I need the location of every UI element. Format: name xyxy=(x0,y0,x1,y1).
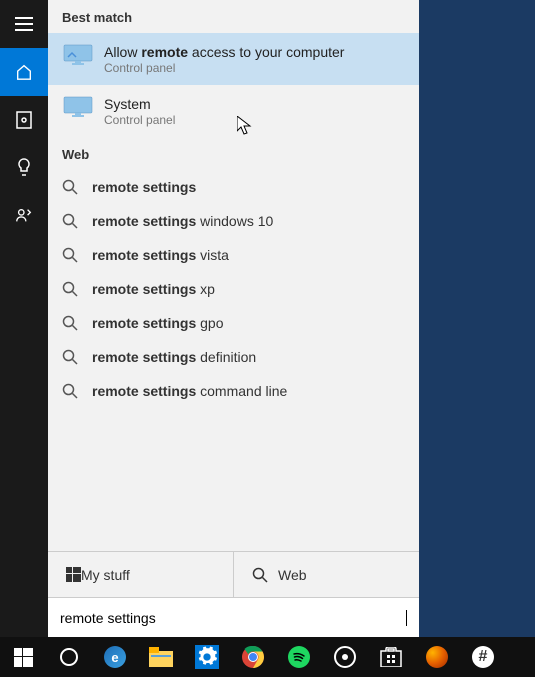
search-icon xyxy=(62,213,78,229)
store-icon xyxy=(380,647,402,667)
taskbar-settings[interactable] xyxy=(184,637,230,677)
web-suggestions-list: remote settings remote settings windows … xyxy=(48,170,419,408)
cortana-icon xyxy=(60,648,78,666)
filter-my-stuff[interactable]: My stuff xyxy=(48,552,233,597)
hash-icon: # xyxy=(472,646,494,668)
taskbar-store[interactable] xyxy=(368,637,414,677)
result-allow-remote[interactable]: Allow remote access to your computer Con… xyxy=(48,33,419,85)
folder-icon xyxy=(149,647,173,667)
search-icon xyxy=(62,383,78,399)
feedback-icon[interactable] xyxy=(0,192,48,240)
best-match-header: Best match xyxy=(48,0,419,33)
search-input[interactable]: remote settings xyxy=(60,610,406,626)
web-suggestion[interactable]: remote settings windows 10 xyxy=(48,204,419,238)
disc-icon xyxy=(334,646,356,668)
taskbar-edge[interactable]: e xyxy=(92,637,138,677)
cortana-button[interactable] xyxy=(46,637,92,677)
notebook-icon[interactable] xyxy=(0,96,48,144)
web-suggestion[interactable]: remote settings vista xyxy=(48,238,419,272)
taskbar: e # xyxy=(0,637,535,677)
result-subtitle: Control panel xyxy=(104,113,175,127)
start-button[interactable] xyxy=(0,637,46,677)
monitor-icon xyxy=(62,43,94,67)
taskbar-slack[interactable]: # xyxy=(460,637,506,677)
hamburger-icon[interactable] xyxy=(0,0,48,48)
firefox-icon xyxy=(426,646,448,668)
windows-icon xyxy=(14,648,33,667)
web-header: Web xyxy=(48,137,419,170)
search-icon xyxy=(62,349,78,365)
result-title: System xyxy=(104,95,175,113)
web-suggestion[interactable]: remote settings gpo xyxy=(48,306,419,340)
search-icon xyxy=(62,179,78,195)
search-box[interactable]: remote settings xyxy=(48,597,419,637)
filter-web[interactable]: Web xyxy=(233,552,419,597)
cortana-sidebar xyxy=(0,0,48,637)
taskbar-firefox[interactable] xyxy=(414,637,460,677)
edge-icon: e xyxy=(104,646,126,668)
search-icon xyxy=(62,281,78,297)
result-title: Allow remote access to your computer xyxy=(104,43,344,61)
home-icon[interactable] xyxy=(0,48,48,96)
monitor-icon xyxy=(62,95,94,119)
gear-icon xyxy=(195,645,219,669)
web-suggestion[interactable]: remote settings xyxy=(48,170,419,204)
taskbar-spotify[interactable] xyxy=(276,637,322,677)
web-suggestion[interactable]: remote settings definition xyxy=(48,340,419,374)
result-subtitle: Control panel xyxy=(104,61,344,75)
web-suggestion[interactable]: remote settings command line xyxy=(48,374,419,408)
result-system[interactable]: System Control panel xyxy=(48,85,419,137)
chrome-icon xyxy=(242,646,264,668)
spotify-icon xyxy=(288,646,310,668)
web-suggestion[interactable]: remote settings xp xyxy=(48,272,419,306)
search-icon xyxy=(252,567,268,583)
windows-icon xyxy=(66,567,81,582)
search-icon xyxy=(62,315,78,331)
taskbar-explorer[interactable] xyxy=(138,637,184,677)
lightbulb-icon[interactable] xyxy=(0,144,48,192)
taskbar-app[interactable] xyxy=(322,637,368,677)
filter-row: My stuff Web xyxy=(48,551,419,597)
taskbar-chrome[interactable] xyxy=(230,637,276,677)
search-icon xyxy=(62,247,78,263)
search-results-panel: Best match Allow remote access to your c… xyxy=(48,0,419,637)
